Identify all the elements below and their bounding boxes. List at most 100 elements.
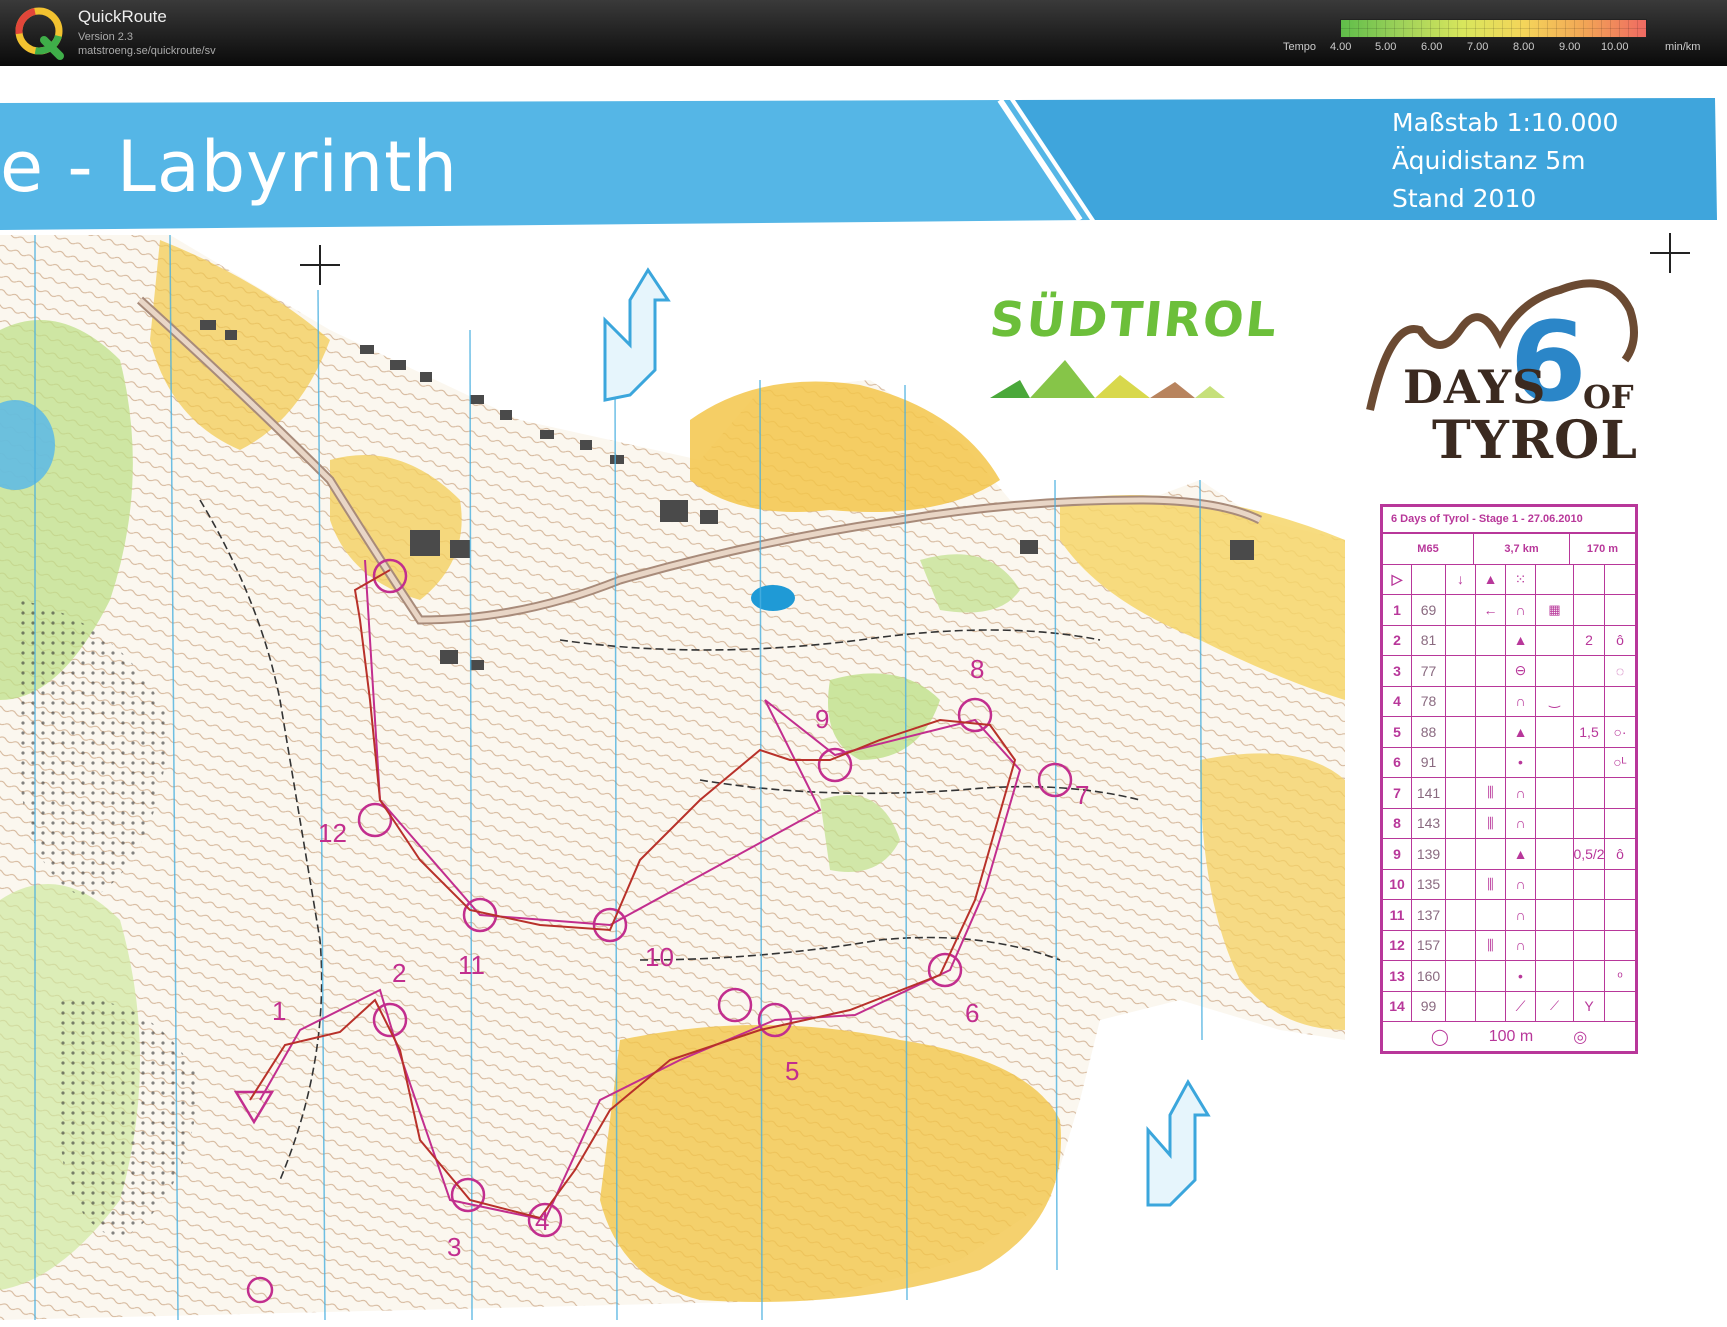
cd-control-row: 14 99 ⟋ ⟋ Y <box>1383 991 1635 1022</box>
cd-cell-n: 5 <box>1383 717 1412 747</box>
tempo-tick: 9.00 <box>1559 41 1581 53</box>
tempo-tick: 10.00 <box>1601 41 1629 53</box>
cd-cell-code: 77 <box>1412 656 1446 686</box>
cd-cell-c8 <box>1605 870 1635 900</box>
app-url[interactable]: matstroeng.se/quickroute/sv <box>78 45 216 57</box>
cd-cell-c8 <box>1605 992 1635 1022</box>
finish-double-circle-icon: ◎ <box>1573 1028 1588 1046</box>
cd-cell-n: 12 <box>1383 930 1412 960</box>
cd-cell-c3 <box>1446 625 1476 655</box>
cd-cell-c7: Y <box>1574 991 1605 1021</box>
cd-cell-c7 <box>1574 747 1605 777</box>
cd-cell-c7 <box>1574 930 1605 960</box>
control-number: 1 <box>272 996 287 1026</box>
quickroute-logo-icon <box>15 7 64 60</box>
orienteering-map[interactable]: e - Labyrinth Maßstab 1:10.000 Äquidista… <box>0 66 1727 1327</box>
cd-cell-c4: ⫼ <box>1476 869 1506 899</box>
cd-cell-c4 <box>1476 656 1506 686</box>
cd-cell-n: 1 <box>1383 595 1412 625</box>
cd-cell-c5: ⟋ <box>1506 991 1536 1021</box>
cd-cell-c4 <box>1476 839 1506 869</box>
cd-cell-c7: 0,5/2 <box>1573 839 1605 869</box>
cd-cell-c8 <box>1605 595 1635 625</box>
cd-finish-row: ◯ 100 m ◎ <box>1383 1022 1635 1051</box>
cd-cell-c6 <box>1536 625 1574 655</box>
cd-control-row: 8 143 ⫼ ∩ <box>1383 808 1635 839</box>
cd-cell-c8: ◌ <box>1615 662 1625 679</box>
cd-control-row: 13 160 • ᵒ <box>1383 961 1635 992</box>
tempo-tick: 8.00 <box>1513 41 1535 53</box>
cd-cell-c8 <box>1605 687 1635 717</box>
cd-cell-c3 <box>1446 961 1476 991</box>
cd-rows: 1 69 ← ∩ ▦ 2 81 ▲ 2 ô 3 77 ⊖ ◌ 4 78 ∩ ‿ 5 88 ▲ 1,5 ○· 6 91 • ○ᴸ 7 14… <box>1383 595 1635 1022</box>
finish-circle-icon: ◯ <box>1430 1028 1449 1046</box>
cd-control-row: 1 69 ← ∩ ▦ <box>1383 595 1635 626</box>
cd-cell-code: 141 <box>1412 778 1446 808</box>
quickroute-header: QuickRoute Version 2.3 matstroeng.se/qui… <box>0 0 1727 66</box>
cd-control-row: 6 91 • ○ᴸ <box>1383 747 1635 778</box>
cd-cell-c5: • <box>1506 961 1536 991</box>
cd-cell-code: 143 <box>1412 808 1446 838</box>
cd-cell-n: 13 <box>1383 961 1412 991</box>
cd-cell-c7 <box>1574 900 1605 930</box>
cd-cell-c5: • <box>1506 747 1536 777</box>
control-number: 11 <box>458 950 485 980</box>
cd-cell-c6 <box>1536 869 1574 899</box>
days-of-tyrol-days: DAYS <box>1403 360 1547 414</box>
tempo-tick: 7.00 <box>1467 41 1489 53</box>
cd-cell-c7 <box>1574 961 1605 991</box>
cd-control-row: 9 139 ▲ 0,5/2 ô <box>1383 839 1635 870</box>
cd-cell-c5: ∩ <box>1506 808 1536 838</box>
map-title: e - Labyrinth <box>0 126 458 208</box>
cd-cell-c7 <box>1574 686 1605 716</box>
cd-cell-c5: ▲ <box>1506 717 1536 747</box>
cd-cell-c7 <box>1574 869 1605 899</box>
cd-cell-c8: ○ᴸ <box>1613 754 1627 771</box>
cd-cell-c6: ▦ <box>1536 595 1574 625</box>
cd-cell-n: 9 <box>1383 839 1412 869</box>
cd-cell-code: 99 <box>1412 991 1446 1021</box>
control-number: 9 <box>815 704 830 734</box>
cd-control-row: 11 137 ∩ <box>1383 900 1635 931</box>
cd-cell-c7 <box>1574 656 1605 686</box>
tempo-ticks: 4.00 5.00 6.00 7.00 8.00 9.00 10.00 <box>1330 41 1655 55</box>
cd-cell-c8: ô <box>1616 845 1624 862</box>
cd-cell-code: 137 <box>1412 900 1446 930</box>
cd-cell-c5: ▲ <box>1506 839 1536 869</box>
tempo-color-scale <box>1340 19 1647 38</box>
cd-cell-c6: ⟋ <box>1536 991 1574 1021</box>
cd-cell-code: 139 <box>1412 839 1446 869</box>
cd-cell-c6: ‿ <box>1536 686 1574 716</box>
cd-cell-c3 <box>1446 686 1476 716</box>
cd-control-row: 2 81 ▲ 2 ô <box>1383 625 1635 656</box>
cd-cell-code: 81 <box>1412 625 1446 655</box>
cd-cell-c7: 1,5 <box>1574 717 1605 747</box>
cd-cell-c6 <box>1536 839 1574 869</box>
cd-cell-c4 <box>1476 900 1506 930</box>
cd-cell-c7: 2 <box>1574 625 1605 655</box>
cd-cell-c3 <box>1446 900 1476 930</box>
days-of-tyrol-tyrol: TYROL <box>1432 410 1638 471</box>
cd-cell-c4 <box>1476 991 1506 1021</box>
control-number: 3 <box>447 1232 462 1262</box>
pond <box>751 585 795 611</box>
cd-cell-n: 7 <box>1383 778 1412 808</box>
cd-cell-c7 <box>1574 778 1605 808</box>
cd-cell-n: 14 <box>1383 991 1412 1021</box>
cd-cell-c6 <box>1536 808 1574 838</box>
cd-cell-code: 69 <box>1412 595 1446 625</box>
control-number: 12 <box>318 818 347 848</box>
cd-cell-c3 <box>1446 808 1476 838</box>
cd-cell-c6 <box>1536 900 1574 930</box>
cd-cell-c6 <box>1536 930 1574 960</box>
cd-cell-n: 10 <box>1383 869 1412 899</box>
cd-cell-c5: ▲ <box>1506 625 1536 655</box>
cd-cell-c5: ∩ <box>1506 900 1536 930</box>
stand-line: Stand 2010 <box>1392 184 1537 213</box>
tempo-tick: 4.00 <box>1330 41 1352 53</box>
control-number: 10 <box>645 942 674 972</box>
cd-cell-code: 157 <box>1412 930 1446 960</box>
cd-cell-c5: ∩ <box>1506 595 1536 625</box>
cd-control-row: 5 88 ▲ 1,5 ○· <box>1383 717 1635 748</box>
cd-cell-c8 <box>1605 809 1635 839</box>
